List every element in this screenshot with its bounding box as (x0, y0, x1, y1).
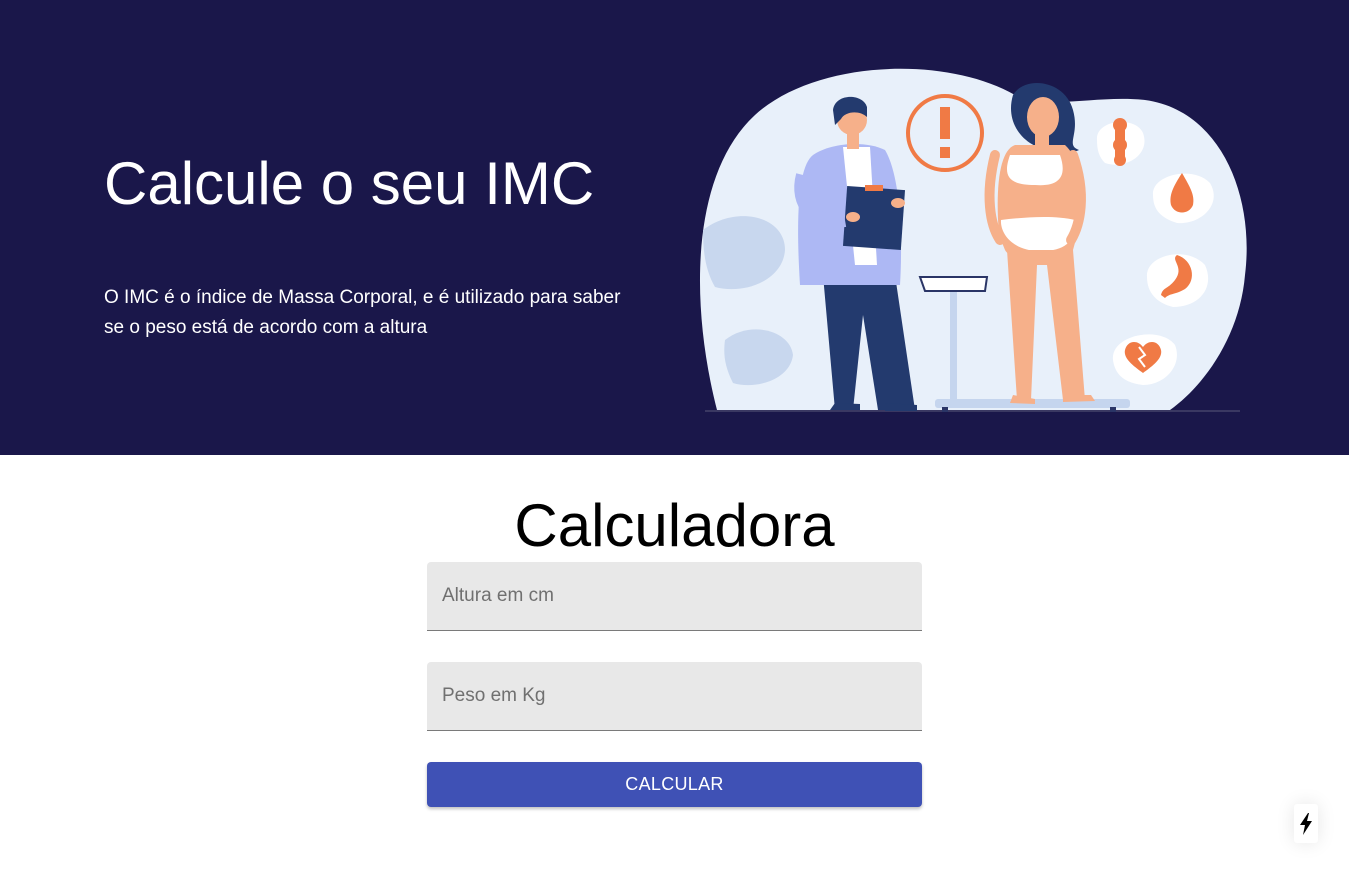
hero-description: O IMC é o índice de Massa Corporal, e é … (104, 287, 621, 338)
bmi-illustration (699, 68, 1247, 412)
hero-section: Calcule o seu IMC O IMC é o índice de Ma… (0, 0, 1349, 455)
lightning-bolt-button[interactable] (1294, 804, 1318, 843)
weight-input[interactable] (427, 662, 922, 730)
calculate-button[interactable]: CALCULAR (427, 762, 922, 807)
warning-icon (906, 94, 984, 172)
lightning-bolt-icon (1300, 812, 1312, 835)
calculator-title: Calculadora (514, 492, 835, 559)
weight-field (427, 662, 922, 731)
height-field (427, 562, 922, 631)
height-input[interactable] (427, 562, 922, 630)
hero-title: Calcule o seu IMC (104, 150, 595, 217)
